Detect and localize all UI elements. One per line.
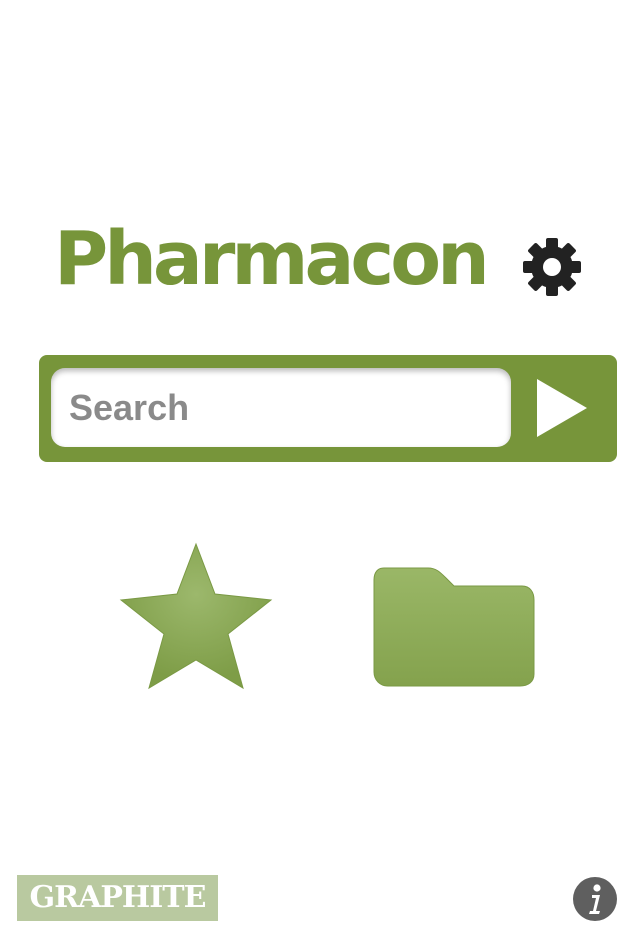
search-submit-button[interactable] bbox=[529, 369, 597, 447]
favorites-button[interactable] bbox=[118, 542, 275, 690]
search-input[interactable] bbox=[51, 368, 511, 447]
info-icon bbox=[573, 877, 617, 921]
info-button[interactable] bbox=[572, 876, 618, 922]
folder-button[interactable] bbox=[370, 564, 538, 690]
search-bar bbox=[39, 355, 617, 462]
star-icon bbox=[119, 542, 273, 690]
gear-icon bbox=[523, 238, 581, 296]
folder-icon bbox=[373, 567, 535, 687]
settings-button[interactable] bbox=[521, 236, 583, 298]
app-logo: Pharmacon bbox=[54, 216, 490, 302]
graphite-badge[interactable]: GRAPHITE bbox=[17, 875, 218, 921]
play-arrow-icon bbox=[537, 379, 587, 437]
